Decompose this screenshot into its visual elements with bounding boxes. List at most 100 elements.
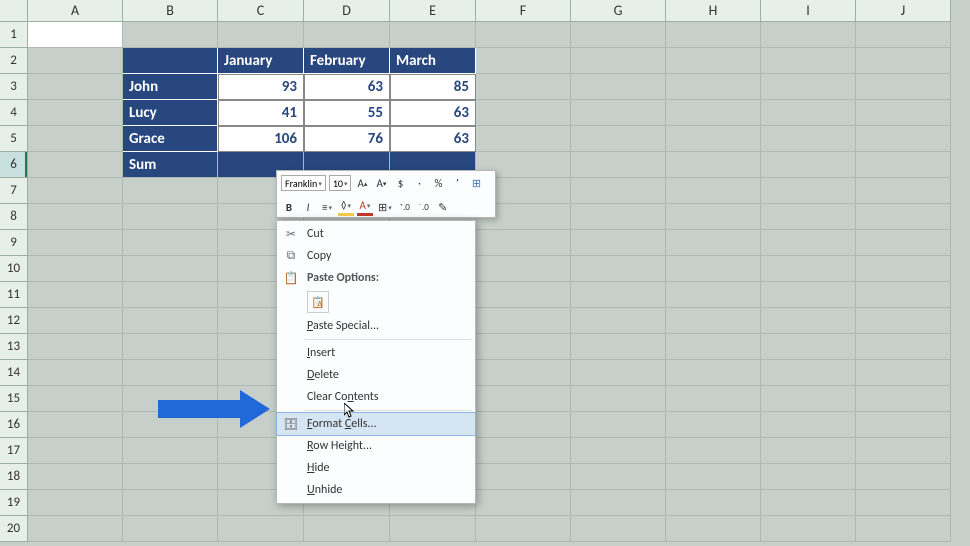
- cell-J15[interactable]: [856, 386, 951, 412]
- cell-C4[interactable]: 41: [218, 100, 304, 126]
- cell-H16[interactable]: [666, 412, 761, 438]
- cell-C5[interactable]: 106: [218, 126, 304, 152]
- currency-icon[interactable]: $: [392, 174, 408, 192]
- context-menu-hide[interactable]: Hide: [277, 457, 475, 479]
- row-header-5[interactable]: 5: [0, 126, 28, 152]
- row-header-10[interactable]: 10: [0, 256, 28, 282]
- row-header-3[interactable]: 3: [0, 74, 28, 100]
- increase-font-icon[interactable]: A▴: [354, 174, 370, 192]
- paste-option-default[interactable]: 📋A: [307, 291, 329, 313]
- cell-B4[interactable]: Lucy: [123, 100, 218, 126]
- format-painter-icon[interactable]: ✎: [435, 198, 451, 216]
- cell-F3[interactable]: [476, 74, 571, 100]
- cell-J14[interactable]: [856, 360, 951, 386]
- cell-G7[interactable]: [571, 178, 666, 204]
- cell-E20[interactable]: [390, 516, 476, 542]
- cell-G19[interactable]: [571, 490, 666, 516]
- cell-I3[interactable]: [761, 74, 856, 100]
- cell-H10[interactable]: [666, 256, 761, 282]
- cell-I17[interactable]: [761, 438, 856, 464]
- decrease-font-icon[interactable]: A▾: [373, 174, 389, 192]
- cell-B14[interactable]: [123, 360, 218, 386]
- cell-F19[interactable]: [476, 490, 571, 516]
- cell-I18[interactable]: [761, 464, 856, 490]
- cell-H3[interactable]: [666, 74, 761, 100]
- cell-G11[interactable]: [571, 282, 666, 308]
- cell-G20[interactable]: [571, 516, 666, 542]
- cell-I13[interactable]: [761, 334, 856, 360]
- cell-H15[interactable]: [666, 386, 761, 412]
- context-menu-format-cells[interactable]: 🗄 Format Cells...: [277, 413, 475, 435]
- context-menu-paste-special[interactable]: Paste Special...: [277, 315, 475, 337]
- context-menu-copy[interactable]: ⧉ Copy: [277, 245, 475, 267]
- cell-G15[interactable]: [571, 386, 666, 412]
- cell-A19[interactable]: [28, 490, 123, 516]
- cell-F16[interactable]: [476, 412, 571, 438]
- cell-H20[interactable]: [666, 516, 761, 542]
- cell-E3[interactable]: 85: [390, 74, 476, 100]
- cell-B18[interactable]: [123, 464, 218, 490]
- row-header-11[interactable]: 11: [0, 282, 28, 308]
- cell-E2[interactable]: March: [390, 48, 476, 74]
- cell-A17[interactable]: [28, 438, 123, 464]
- row-header-16[interactable]: 16: [0, 412, 28, 438]
- cell-H2[interactable]: [666, 48, 761, 74]
- column-header-I[interactable]: I: [761, 0, 856, 22]
- cell-G10[interactable]: [571, 256, 666, 282]
- cell-J1[interactable]: [856, 22, 951, 48]
- cell-G14[interactable]: [571, 360, 666, 386]
- cell-F14[interactable]: [476, 360, 571, 386]
- cell-J8[interactable]: [856, 204, 951, 230]
- cell-G17[interactable]: [571, 438, 666, 464]
- row-header-17[interactable]: 17: [0, 438, 28, 464]
- cell-A14[interactable]: [28, 360, 123, 386]
- column-header-G[interactable]: G: [571, 0, 666, 22]
- context-menu-clear-contents[interactable]: Clear Contents: [277, 386, 475, 408]
- cell-A15[interactable]: [28, 386, 123, 412]
- cell-A8[interactable]: [28, 204, 123, 230]
- cell-D20[interactable]: [304, 516, 390, 542]
- cell-A6[interactable]: [28, 152, 123, 178]
- row-header-4[interactable]: 4: [0, 100, 28, 126]
- cell-B8[interactable]: [123, 204, 218, 230]
- column-header-F[interactable]: F: [476, 0, 571, 22]
- cell-H14[interactable]: [666, 360, 761, 386]
- cell-G18[interactable]: [571, 464, 666, 490]
- cell-J19[interactable]: [856, 490, 951, 516]
- cell-F18[interactable]: [476, 464, 571, 490]
- cell-J4[interactable]: [856, 100, 951, 126]
- cell-A5[interactable]: [28, 126, 123, 152]
- cell-H4[interactable]: [666, 100, 761, 126]
- row-header-1[interactable]: 1: [0, 22, 28, 48]
- cell-I14[interactable]: [761, 360, 856, 386]
- cell-I4[interactable]: [761, 100, 856, 126]
- cell-J6[interactable]: [856, 152, 951, 178]
- context-menu-delete[interactable]: Delete: [277, 364, 475, 386]
- dash-icon[interactable]: ·: [411, 174, 427, 192]
- cell-F15[interactable]: [476, 386, 571, 412]
- bold-button[interactable]: B: [281, 198, 297, 216]
- cell-A12[interactable]: [28, 308, 123, 334]
- cell-D3[interactable]: 63: [304, 74, 390, 100]
- cell-B17[interactable]: [123, 438, 218, 464]
- cell-I11[interactable]: [761, 282, 856, 308]
- cell-A2[interactable]: [28, 48, 123, 74]
- cell-F9[interactable]: [476, 230, 571, 256]
- cell-B2[interactable]: [123, 48, 218, 74]
- cell-F11[interactable]: [476, 282, 571, 308]
- cell-H11[interactable]: [666, 282, 761, 308]
- row-header-9[interactable]: 9: [0, 230, 28, 256]
- cell-B6[interactable]: Sum: [123, 152, 218, 178]
- cell-F5[interactable]: [476, 126, 571, 152]
- cell-A10[interactable]: [28, 256, 123, 282]
- cell-G9[interactable]: [571, 230, 666, 256]
- cell-I6[interactable]: [761, 152, 856, 178]
- decrease-decimal-icon[interactable]: ⁻.0: [416, 198, 432, 216]
- cell-I20[interactable]: [761, 516, 856, 542]
- cell-B10[interactable]: [123, 256, 218, 282]
- cell-I10[interactable]: [761, 256, 856, 282]
- increase-decimal-icon[interactable]: ⁺.0: [397, 198, 413, 216]
- cell-I5[interactable]: [761, 126, 856, 152]
- cell-B19[interactable]: [123, 490, 218, 516]
- cell-I9[interactable]: [761, 230, 856, 256]
